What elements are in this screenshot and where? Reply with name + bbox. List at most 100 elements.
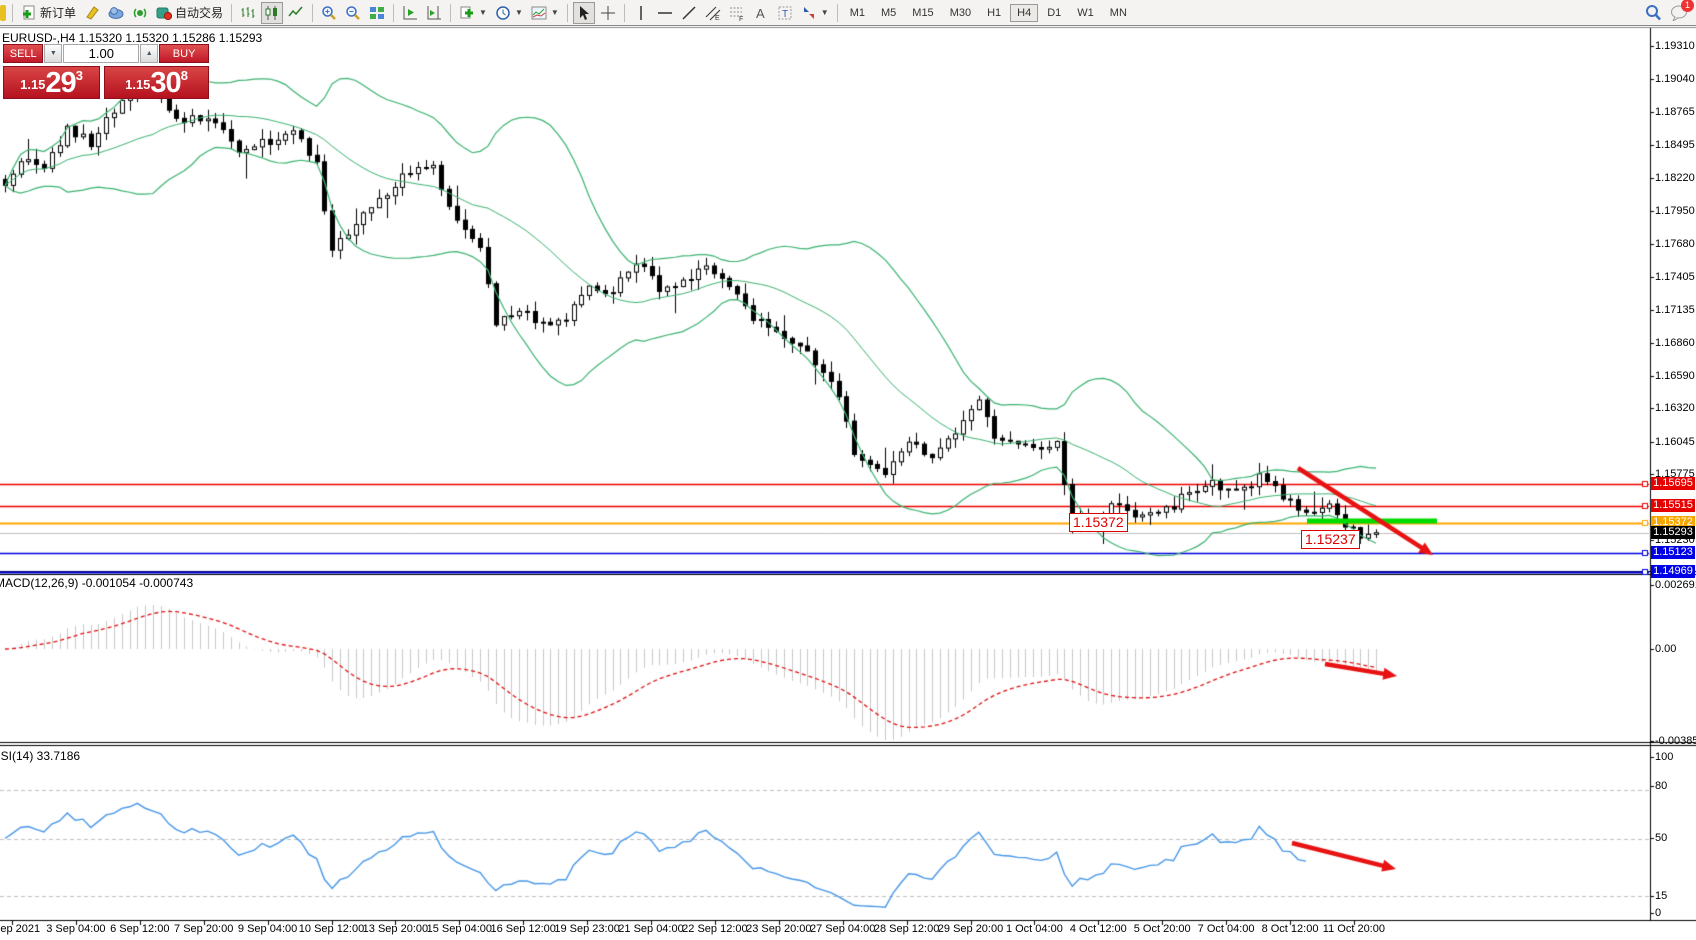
buy-button[interactable]: BUY	[159, 44, 209, 63]
rsi-tick: 15	[1655, 890, 1667, 902]
auto-scroll-button[interactable]	[423, 2, 445, 24]
rsi-tick: 0	[1655, 907, 1661, 919]
horizontal-line-button[interactable]	[654, 2, 676, 24]
svg-text:F: F	[739, 16, 743, 21]
rsi-indicator-label: RSI(14) 33.7186	[0, 749, 80, 763]
price-tick: 1.17950	[1655, 205, 1695, 217]
zoom-in-button[interactable]	[318, 2, 340, 24]
equidistant-channel-button[interactable]: E	[702, 2, 724, 24]
price-annotation-support[interactable]: 1.15372	[1069, 513, 1128, 532]
tf-m5-button[interactable]: M5	[874, 4, 903, 22]
date-axis[interactable]: 1 Sep 20213 Sep 04:006 Sep 12:007 Sep 20…	[0, 922, 1696, 940]
trendline-button[interactable]	[678, 2, 700, 24]
zoom-out-button[interactable]	[342, 2, 364, 24]
date-tick: 8 Oct 12:00	[1262, 923, 1319, 935]
price-tag: 1.15515	[1651, 499, 1695, 512]
toolbar-separator	[837, 4, 838, 22]
autotrading-icon	[156, 5, 172, 21]
sell-button[interactable]: SELL	[3, 44, 43, 63]
price-tick: 1.17405	[1655, 271, 1695, 283]
price-tick: 1.16590	[1655, 370, 1695, 382]
signal-button[interactable]	[129, 2, 151, 24]
toolbar-separator	[450, 4, 451, 22]
highlighter-button[interactable]	[81, 2, 103, 24]
search-icon[interactable]	[1641, 2, 1665, 24]
price-annotation-breakdown[interactable]: 1.15237	[1301, 530, 1360, 549]
text-button[interactable]: A	[750, 2, 772, 24]
tf-h1-button[interactable]: H1	[980, 4, 1008, 22]
date-tick: 3 Sep 04:00	[46, 923, 105, 935]
crosshair-button[interactable]	[597, 2, 619, 24]
price-tick: 1.18765	[1655, 106, 1695, 118]
text-label-button[interactable]: T	[774, 2, 796, 24]
tf-d1-button[interactable]: D1	[1040, 4, 1068, 22]
buy-price-button[interactable]: 1.15 30 8	[104, 66, 209, 99]
periods-button[interactable]: ▼	[492, 2, 526, 24]
tf-mn-button[interactable]: MN	[1103, 4, 1134, 22]
notification-badge: 1	[1681, 0, 1694, 12]
toolbar-separator	[624, 4, 625, 22]
line-chart-button[interactable]	[285, 2, 307, 24]
fibonacci-button[interactable]: F	[726, 2, 748, 24]
sell-price-button[interactable]: 1.15 29 3	[3, 66, 100, 99]
toolbar-separator	[231, 4, 232, 22]
notifications-icon[interactable]: 1	[1667, 2, 1691, 24]
volume-increase-button[interactable]: ▲	[140, 44, 158, 63]
price-tag: 1.15123	[1651, 546, 1695, 559]
dropdown-caret: ▼	[479, 8, 487, 17]
main-toolbar: 新订单 自动交易 ▼ ▼ ▼ E F A T ▼ M1M5M15M30H1H4D…	[0, 0, 1696, 26]
price-tick: 1.16320	[1655, 402, 1695, 414]
indicators-button[interactable]: ▼	[456, 2, 490, 24]
tf-w1-button[interactable]: W1	[1070, 4, 1101, 22]
date-tick: 22 Sep 12:00	[682, 923, 747, 935]
cloud-button[interactable]	[105, 2, 127, 24]
cursor-button[interactable]	[573, 2, 595, 24]
tf-h4-button[interactable]: H4	[1010, 4, 1038, 22]
new-order-button[interactable]: 新订单	[18, 2, 79, 24]
price-tag: 1.14969	[1651, 565, 1695, 578]
tf-m1-button[interactable]: M1	[843, 4, 872, 22]
date-tick: 29 Sep 20:00	[938, 923, 1003, 935]
sell-price-pips: 29	[45, 68, 75, 98]
one-click-trade-panel: SELL ▼ ▲ BUY 1.15 29 3 1.15 30 8	[3, 44, 209, 99]
volume-decrease-button[interactable]: ▼	[44, 44, 62, 63]
vertical-line-button[interactable]	[630, 2, 652, 24]
toolbar-separator	[12, 4, 13, 22]
price-tick: 1.19040	[1655, 73, 1695, 85]
macd-tick: -0.00385	[1655, 735, 1696, 747]
price-tick: 1.18495	[1655, 139, 1695, 151]
candlestick-chart-button[interactable]	[261, 2, 283, 24]
price-axis[interactable]: 1.193101.190401.187651.184951.182201.179…	[1651, 26, 1696, 920]
autotrading-button[interactable]: 自动交易	[153, 2, 226, 24]
macd-tick: 0.002691	[1655, 579, 1696, 591]
date-tick: 23 Sep 20:00	[746, 923, 811, 935]
toolbar-separator	[567, 4, 568, 22]
macd-indicator-label: MACD(12,26,9) -0.001054 -0.000743	[0, 576, 193, 590]
date-tick: 7 Sep 20:00	[174, 923, 233, 935]
date-tick: 7 Oct 04:00	[1198, 923, 1255, 935]
new-order-icon	[21, 5, 37, 21]
chart-shift-button[interactable]	[399, 2, 421, 24]
rsi-tick: 100	[1655, 751, 1673, 763]
macd-tick: 0.00	[1655, 643, 1676, 655]
toolbar-separator	[393, 4, 394, 22]
date-tick: 1 Sep 2021	[0, 923, 40, 935]
price-chart-canvas[interactable]	[0, 0, 1696, 940]
bar-chart-button[interactable]	[237, 2, 259, 24]
price-tag: 1.15695	[1651, 477, 1695, 490]
price-tick: 1.16860	[1655, 337, 1695, 349]
price-tick: 1.19310	[1655, 40, 1695, 52]
buy-price-point: 8	[181, 69, 188, 82]
svg-text:A: A	[756, 6, 765, 21]
date-tick: 16 Sep 12:00	[490, 923, 555, 935]
tf-m30-button[interactable]: M30	[943, 4, 978, 22]
sell-price-base: 1.15	[20, 72, 45, 98]
price-tick: 1.17135	[1655, 304, 1695, 316]
tf-m15-button[interactable]: M15	[905, 4, 940, 22]
templates-button[interactable]: ▼	[528, 2, 562, 24]
volume-input[interactable]	[63, 44, 139, 63]
arrows-button[interactable]: ▼	[798, 2, 832, 24]
tile-windows-button[interactable]	[366, 2, 388, 24]
price-tick: 1.17680	[1655, 238, 1695, 250]
price-tick: 1.16045	[1655, 436, 1695, 448]
